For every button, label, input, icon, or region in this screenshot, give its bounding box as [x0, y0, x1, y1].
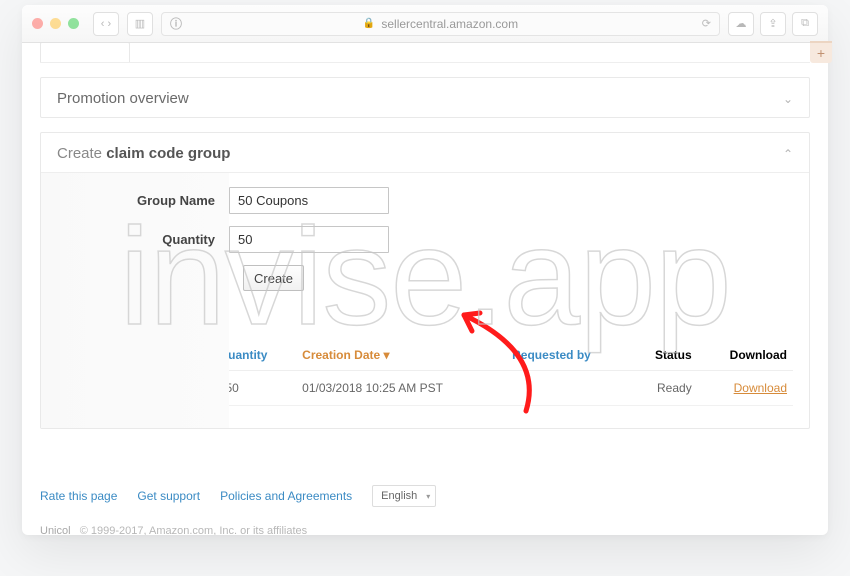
copyright: Unicol © 1999-2017, Amazon.com, Inc. or … — [40, 525, 810, 535]
create-claim-code-panel: Create claim code group ⌃ Group Name Qua… — [40, 132, 810, 429]
quantity-label: Quantity — [57, 232, 229, 247]
col-requested-by[interactable]: Requested by — [512, 348, 591, 362]
tab-row — [40, 43, 810, 63]
col-creation-date[interactable]: Creation Date ▾ — [302, 348, 389, 362]
promotion-overview-panel[interactable]: Promotion overview ⌄ — [40, 77, 810, 118]
traffic-lights — [32, 18, 79, 29]
lock-icon: 🔒 — [363, 18, 375, 29]
active-tab[interactable] — [40, 43, 130, 62]
cloud-icon[interactable]: ☁ — [728, 12, 754, 36]
col-status: Status — [655, 348, 692, 362]
close-window-icon[interactable] — [32, 18, 43, 29]
cell-creation: 01/03/2018 10:25 AM PST — [296, 371, 506, 406]
quantity-input[interactable] — [229, 226, 389, 253]
nav-back-forward[interactable]: ‹ › — [93, 12, 119, 36]
panel-title: Promotion overview — [57, 90, 189, 107]
rate-page-link[interactable]: Rate this page — [40, 489, 117, 503]
panel-title-bold: claim code group — [106, 145, 230, 162]
refresh-icon[interactable]: ⟳ — [702, 17, 711, 30]
cell-status: Ready — [631, 371, 698, 406]
chevron-right-icon: › — [108, 18, 112, 30]
sidebar-toggle-icon[interactable]: ▥ — [127, 12, 153, 36]
info-icon[interactable]: ⓘ — [170, 15, 182, 32]
col-download: Download — [730, 348, 787, 362]
share-icon[interactable]: ⇪ — [760, 12, 786, 36]
panel-header[interactable]: Create claim code group ⌃ — [41, 133, 809, 173]
policies-link[interactable]: Policies and Agreements — [220, 489, 352, 503]
cell-requested — [506, 371, 631, 406]
create-button[interactable]: Create — [243, 265, 304, 291]
browser-chrome: ‹ › ▥ ⓘ 🔒 sellercentral.amazon.com ⟳ ☁ ⇪… — [22, 5, 828, 43]
sort-down-icon: ▾ — [384, 348, 390, 362]
page-content: Promotion overview ⌄ Create claim code g… — [22, 43, 828, 535]
chevron-up-icon: ⌃ — [783, 147, 793, 161]
group-name-input[interactable] — [229, 187, 389, 214]
url-bar[interactable]: ⓘ 🔒 sellercentral.amazon.com ⟳ — [161, 12, 720, 36]
minimize-window-icon[interactable] — [50, 18, 61, 29]
tabs-icon[interactable]: ⧉ — [792, 12, 818, 36]
footer-links: Rate this page Get support Policies and … — [40, 485, 810, 507]
url-text: sellercentral.amazon.com — [381, 17, 518, 31]
get-support-link[interactable]: Get support — [137, 489, 200, 503]
maximize-window-icon[interactable] — [68, 18, 79, 29]
group-name-label: Group Name — [57, 193, 229, 208]
download-link[interactable]: Download — [734, 381, 787, 395]
panel-title-light: Create — [57, 145, 106, 162]
chevron-down-icon: ⌄ — [783, 92, 793, 106]
chevron-left-icon: ‹ — [101, 18, 105, 30]
browser-window: ‹ › ▥ ⓘ 🔒 sellercentral.amazon.com ⟳ ☁ ⇪… — [22, 5, 828, 535]
language-select[interactable]: English — [372, 485, 436, 507]
